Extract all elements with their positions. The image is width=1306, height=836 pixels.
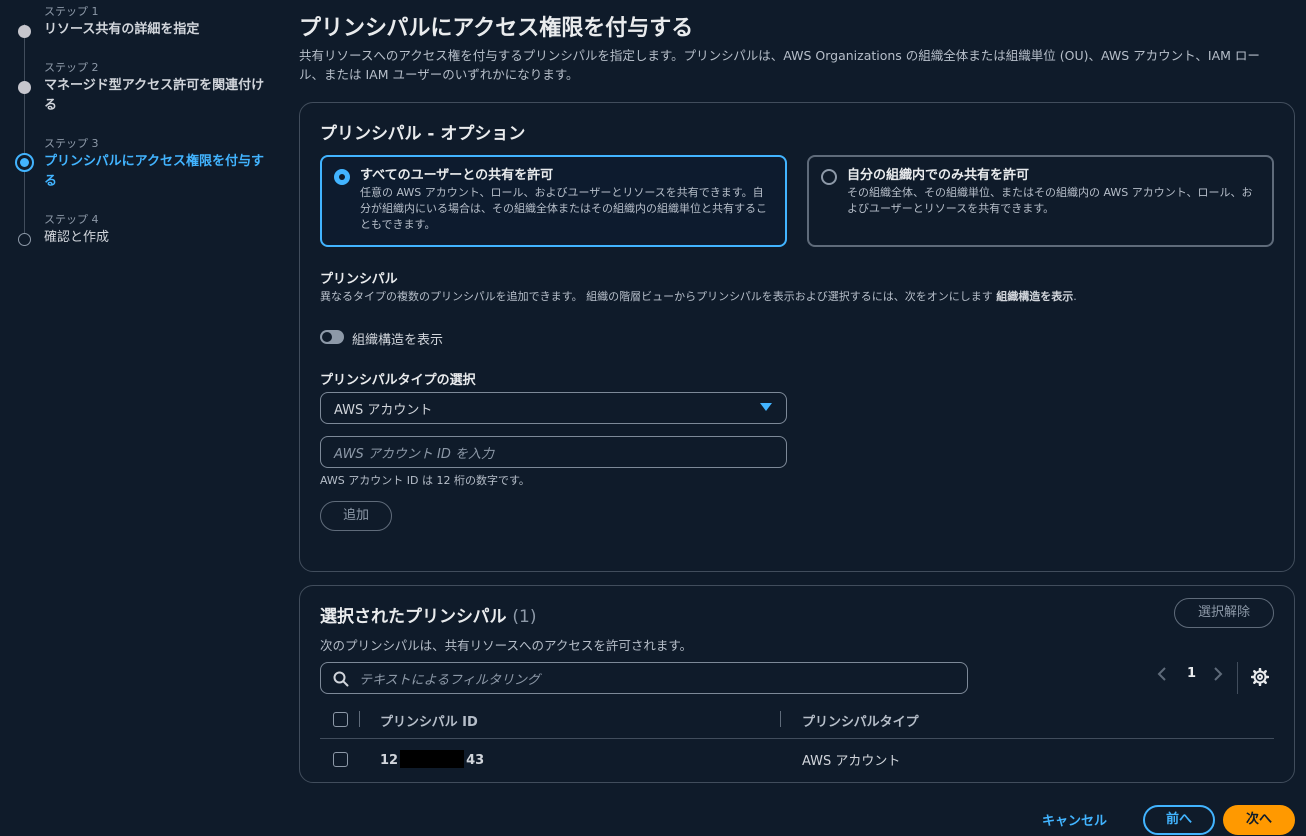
- settings-gear-icon[interactable]: [1250, 667, 1270, 690]
- show-org-structure-label: 組織構造を表示: [352, 333, 444, 348]
- column-header-principal-type[interactable]: プリンシパルタイプ: [802, 711, 919, 730]
- principal-hint-text: 異なるタイプの複数のプリンシパルを追加できます。 組織の階層ビューからプリンシパ…: [320, 290, 993, 303]
- selected-principals-heading: 選択されたプリンシパル (1): [320, 602, 537, 627]
- pager-divider: [1237, 662, 1238, 694]
- selected-principals-title: 選択されたプリンシパル: [320, 607, 507, 627]
- step-3-number: ステップ 3: [44, 137, 99, 150]
- selected-principals-description: 次のプリンシパルは、共有リソースへのアクセスを許可されます。: [320, 638, 693, 653]
- column-separator: [359, 711, 360, 727]
- step-1-number: ステップ 1: [44, 5, 99, 18]
- search-icon: [333, 671, 349, 687]
- select-all-checkbox[interactable]: [333, 712, 348, 727]
- filter-input[interactable]: テキストによるフィルタリング: [320, 662, 968, 694]
- filter-placeholder: テキストによるフィルタリング: [359, 673, 540, 688]
- steps-connector-line: [24, 24, 25, 234]
- principal-hint: 異なるタイプの複数のプリンシパルを追加できます。 組織の階層ビューからプリンシパ…: [320, 288, 1077, 304]
- step-2-title[interactable]: マネージド型アクセス許可を関連付ける: [44, 76, 272, 116]
- show-org-structure-toggle[interactable]: [320, 330, 344, 344]
- step-4-title: 確認と作成: [44, 230, 110, 245]
- page-description: 共有リソースへのアクセス権を付与するプリンシパルを指定します。プリンシパルは、A…: [299, 48, 1260, 82]
- share-within-org-desc: その組織全体、その組織単位、またはその組織内の AWS アカウント、ロール、およ…: [847, 186, 1253, 215]
- step-1-title[interactable]: リソース共有の詳細を指定: [44, 20, 272, 40]
- account-id-hint: AWS アカウント ID は 12 桁の数字です。: [320, 474, 530, 487]
- share-within-org-tile[interactable]: 自分の組織内でのみ共有を許可 その組織全体、その組織単位、またはその組織内の A…: [807, 155, 1274, 247]
- step-3-title: プリンシパルにアクセス権限を付与する: [44, 154, 264, 189]
- header-divider: [320, 738, 1274, 739]
- page-number[interactable]: 1: [1187, 666, 1196, 681]
- share-with-anyone-title: すべてのユーザーとの共有を許可: [360, 168, 554, 183]
- selected-principals-panel: 選択されたプリンシパル (1) 選択解除 次のプリンシパルは、共有リソースへのア…: [299, 585, 1295, 783]
- column-header-principal-id[interactable]: プリンシパル ID: [380, 711, 478, 730]
- step-4-indicator-icon: [18, 233, 31, 246]
- principal-id-cell: 12 43: [380, 750, 484, 768]
- principal-type-select[interactable]: AWS アカウント: [320, 392, 787, 424]
- next-page-icon[interactable]: [1213, 666, 1223, 686]
- account-id-input[interactable]: AWS アカウント ID を入力: [320, 436, 787, 468]
- clear-selection-button[interactable]: 選択解除: [1174, 598, 1274, 628]
- principal-label: プリンシパル: [320, 272, 398, 287]
- principal-type-label: プリンシパルタイプの選択: [320, 373, 476, 388]
- options-heading: プリンシパル - オプション: [320, 124, 526, 144]
- add-principal-button[interactable]: 追加: [320, 501, 392, 531]
- principal-id-prefix: 12: [380, 753, 399, 768]
- cancel-button[interactable]: キャンセル: [1042, 810, 1107, 829]
- principal-options-panel: プリンシパル - オプション すべてのユーザーとの共有を許可 任意の AWS ア…: [299, 102, 1295, 572]
- next-button[interactable]: 次へ: [1223, 805, 1295, 835]
- principal-type-cell: AWS アカウント: [802, 754, 901, 769]
- redacted-block: [400, 750, 465, 768]
- wizard-steps-nav: ステップ 1 リソース共有の詳細を指定 ステップ 2 マネージド型アクセス許可を…: [0, 0, 280, 836]
- row-checkbox[interactable]: [333, 752, 348, 767]
- page-title: プリンシパルにアクセス権限を付与する: [299, 16, 694, 41]
- step-3-current-indicator-icon: [15, 153, 34, 172]
- share-within-org-title: 自分の組織内でのみ共有を許可: [847, 168, 1030, 183]
- step-2-indicator-icon: [18, 81, 31, 94]
- principal-hint-bold: 組織構造を表示: [996, 290, 1074, 303]
- previous-button[interactable]: 前へ: [1143, 805, 1215, 835]
- step-2-number: ステップ 2: [44, 61, 99, 74]
- principal-type-value: AWS アカウント: [334, 403, 433, 418]
- share-with-anyone-radio[interactable]: [334, 169, 350, 185]
- principal-id-suffix: 43: [466, 753, 485, 768]
- share-with-anyone-desc: 任意の AWS アカウント、ロール、およびユーザーとリソースを共有できます。自分…: [360, 186, 767, 231]
- column-separator[interactable]: [780, 711, 781, 727]
- principal-hint-end: .: [1073, 290, 1077, 303]
- step-1-indicator-icon: [18, 25, 31, 38]
- share-with-anyone-tile[interactable]: すべてのユーザーとの共有を許可 任意の AWS アカウント、ロール、およびユーザ…: [320, 155, 787, 247]
- page: ステップ 1 リソース共有の詳細を指定 ステップ 2 マネージド型アクセス許可を…: [0, 0, 1306, 836]
- share-within-org-radio[interactable]: [821, 169, 837, 185]
- selected-principals-count: (1): [512, 607, 537, 627]
- step-4-number: ステップ 4: [44, 213, 99, 226]
- caret-down-icon: [760, 403, 772, 411]
- previous-page-icon[interactable]: [1157, 666, 1167, 686]
